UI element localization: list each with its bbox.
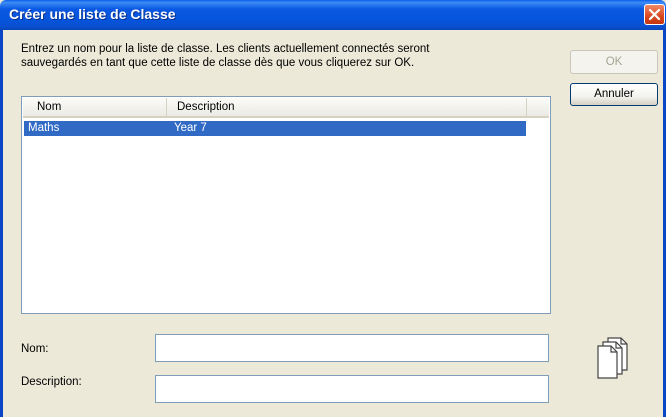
- column-header-nom[interactable]: Nom: [23, 98, 167, 116]
- list-item[interactable]: Maths Year 7: [24, 121, 526, 136]
- close-button[interactable]: [644, 4, 665, 25]
- instructions-text: Entrez un nom pour la liste de classe. L…: [21, 42, 541, 70]
- list-header: Nom Description: [23, 98, 549, 118]
- nom-label: Nom:: [21, 343, 49, 355]
- window-title: Créer une liste de Classe: [9, 6, 176, 22]
- window-frame-left: [0, 30, 3, 417]
- instructions-line-2: sauvegardés en tant que cette liste de c…: [21, 57, 415, 69]
- ok-button[interactable]: OK: [570, 50, 658, 74]
- cancel-button[interactable]: Annuler: [570, 83, 658, 106]
- list-item-description: Year 7: [174, 122, 207, 134]
- description-field[interactable]: [155, 375, 549, 403]
- list-item-nom: Maths: [28, 122, 60, 134]
- instructions-line-1: Entrez un nom pour la liste de classe. L…: [21, 43, 430, 55]
- description-label: Description:: [21, 376, 82, 388]
- column-header-description[interactable]: Description: [167, 98, 527, 116]
- title-bar[interactable]: Créer une liste de Classe: [0, 0, 666, 30]
- documents-icon: [597, 337, 628, 379]
- close-icon: [648, 8, 661, 21]
- nom-field[interactable]: [155, 334, 549, 362]
- class-list-view[interactable]: Nom Description Maths Year 7: [21, 96, 551, 314]
